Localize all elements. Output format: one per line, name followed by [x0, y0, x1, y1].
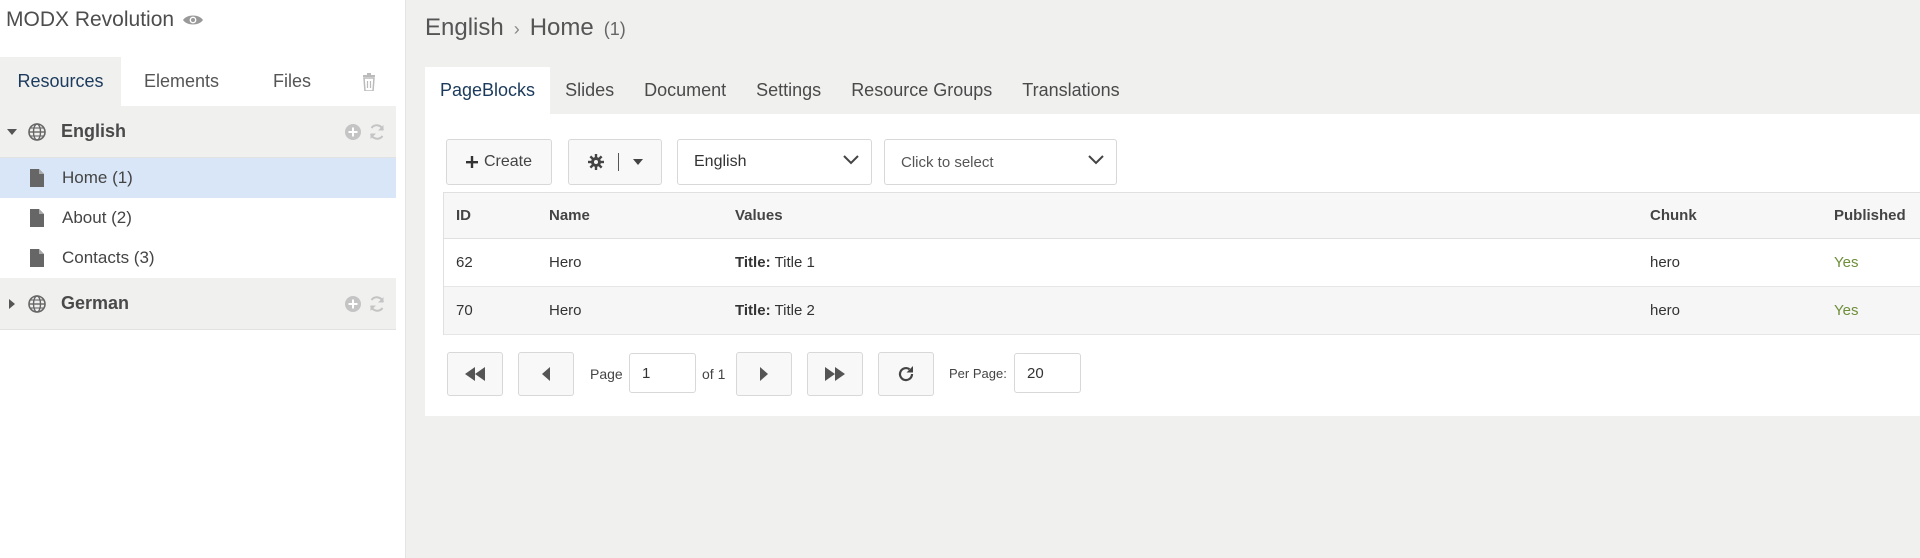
caret-down-icon[interactable] [7, 127, 17, 137]
caret-down-icon [632, 159, 643, 165]
tree-item-label: About (2) [62, 208, 132, 227]
column-header-values[interactable]: Values [735, 193, 783, 238]
column-header-name[interactable]: Name [549, 193, 590, 238]
tree-context-german[interactable]: German [0, 278, 396, 330]
page-label: Page [590, 366, 623, 382]
gear-icon [587, 154, 604, 170]
actions-dropdown-button[interactable] [568, 139, 662, 185]
language-select[interactable]: English [677, 139, 872, 185]
page-title: Home [529, 14, 594, 41]
tree-item-home[interactable]: Home (1) [0, 158, 396, 198]
filter-select-placeholder: Click to select [901, 153, 994, 171]
value-key: Title: [735, 254, 771, 271]
page-count-label: of 1 [702, 366, 726, 382]
plus-icon [465, 156, 478, 168]
tab-translations[interactable]: Translations [1007, 67, 1134, 114]
refresh-icon [898, 366, 914, 382]
tree-context-label: English [61, 121, 127, 141]
previous-page-button[interactable] [518, 352, 574, 396]
sidebar: MODX Revolution Resources Elements Files [0, 0, 406, 558]
globe-icon [28, 122, 46, 141]
tree-item-label: Contacts (3) [62, 248, 155, 267]
first-page-button[interactable] [447, 352, 503, 396]
cell-id: 70 [456, 302, 473, 319]
document-icon [30, 209, 44, 227]
table-row[interactable]: 62 Hero Title: Title 1 hero Yes [444, 239, 1920, 287]
double-chevron-right-icon [825, 367, 845, 381]
breadcrumb-separator-icon: › [513, 19, 520, 39]
tab-slides[interactable]: Slides [550, 67, 629, 114]
site-title[interactable]: MODX Revolution [6, 8, 204, 32]
resource-tree: English Home (1) About (2) Contacts (3) [0, 106, 396, 330]
eye-icon[interactable] [182, 13, 204, 27]
grid-header: ID Name Values Chunk Published [444, 193, 1920, 239]
value-key: Title: [735, 302, 771, 319]
tree-item-label: Home (1) [62, 168, 133, 187]
tab-resources[interactable]: Resources [0, 57, 121, 106]
double-chevron-left-icon [465, 367, 485, 381]
per-page-input[interactable]: 20 [1014, 353, 1081, 393]
context-actions [344, 123, 386, 141]
chevron-down-icon [843, 155, 859, 165]
column-header-chunk[interactable]: Chunk [1650, 193, 1697, 238]
document-icon [30, 169, 44, 187]
tree-item-contacts[interactable]: Contacts (3) [0, 238, 396, 278]
refresh-icon[interactable] [368, 123, 386, 141]
document-icon [30, 249, 44, 267]
cell-published: Yes [1834, 254, 1859, 271]
create-button-label: Create [483, 153, 533, 170]
create-button[interactable]: Create [446, 139, 552, 185]
refresh-button[interactable] [878, 352, 934, 396]
tab-elements[interactable]: Elements [121, 57, 242, 106]
chevron-left-icon [542, 367, 550, 381]
tree-context-english[interactable]: English [0, 106, 396, 158]
page-id: (1) [603, 19, 626, 39]
cell-id: 62 [456, 254, 473, 271]
tab-pageblocks[interactable]: PageBlocks [425, 67, 551, 114]
tab-resource-groups[interactable]: Resource Groups [836, 67, 1007, 114]
value-text: Title 1 [774, 254, 815, 271]
next-page-button[interactable] [736, 352, 792, 396]
chevron-right-icon [760, 367, 768, 381]
tab-document[interactable]: Document [629, 67, 741, 114]
add-resource-icon[interactable] [344, 123, 362, 141]
refresh-icon[interactable] [368, 295, 386, 313]
cell-published: Yes [1834, 302, 1859, 319]
trash-button[interactable] [342, 57, 396, 106]
tab-files[interactable]: Files [242, 57, 342, 106]
globe-icon [28, 294, 46, 313]
button-divider [617, 153, 619, 171]
pageblocks-panel: Create English Click to select ID Name V… [425, 114, 1920, 416]
cell-name: Hero [549, 302, 582, 319]
column-header-id[interactable]: ID [456, 193, 471, 238]
last-page-button[interactable] [807, 352, 863, 396]
cell-name: Hero [549, 254, 582, 271]
add-resource-icon[interactable] [344, 295, 362, 313]
sidebar-tabs: Resources Elements Files [0, 57, 396, 106]
cell-chunk: hero [1650, 302, 1681, 319]
breadcrumb-parent[interactable]: English [425, 14, 504, 42]
language-select-value: English [694, 153, 747, 170]
breadcrumb: English › Home (1) [425, 14, 626, 42]
pageblocks-grid: ID Name Values Chunk Published 62 Hero T… [443, 192, 1920, 335]
cell-chunk: hero [1650, 254, 1681, 271]
column-header-published[interactable]: Published [1834, 193, 1906, 238]
filter-select[interactable]: Click to select [884, 139, 1117, 185]
main-tabs: PageBlocks Slides Document Settings Reso… [425, 67, 1135, 114]
caret-right-icon[interactable] [7, 298, 17, 309]
tree-item-about[interactable]: About (2) [0, 198, 396, 238]
cell-values: Title: Title 2 [735, 287, 815, 334]
site-title-label: MODX Revolution [6, 8, 175, 31]
per-page-label: Per Page: [949, 366, 1007, 381]
value-text: Title 2 [774, 302, 815, 319]
table-row[interactable]: 70 Hero Title: Title 2 hero Yes [444, 287, 1920, 335]
trash-icon [363, 72, 375, 91]
chevron-down-icon [1088, 155, 1104, 165]
cell-values: Title: Title 1 [735, 239, 815, 286]
page-number-input[interactable]: 1 [629, 353, 696, 393]
tab-settings[interactable]: Settings [741, 67, 836, 114]
tree-context-label: German [61, 293, 130, 313]
context-actions [344, 295, 386, 313]
